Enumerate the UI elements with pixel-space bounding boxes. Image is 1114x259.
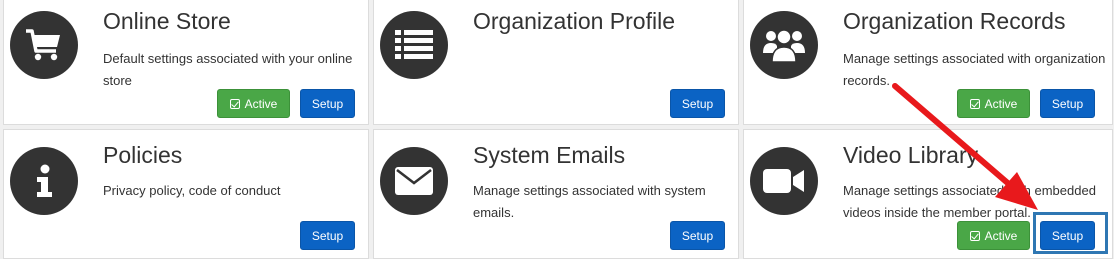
check-square-icon	[229, 98, 240, 109]
active-button[interactable]: Active	[217, 89, 290, 118]
card-description: Manage settings associated with organiza…	[843, 51, 1106, 88]
annotation-highlight-box	[1033, 212, 1108, 254]
active-button[interactable]: Active	[957, 89, 1030, 118]
settings-grid: Online Store Default settings associated…	[0, 0, 1114, 259]
setup-button[interactable]: Setup	[300, 221, 355, 250]
setup-button[interactable]: Setup	[300, 89, 355, 118]
setup-label: Setup	[311, 96, 344, 111]
setup-label: Setup	[681, 96, 714, 111]
card-description: Manage settings associated with system e…	[473, 183, 706, 220]
setup-label: Setup	[1051, 96, 1084, 111]
card-title: System Emails	[473, 142, 626, 168]
card-description: Default settings associated with your on…	[103, 51, 353, 88]
card-title: Video Library	[843, 142, 979, 168]
setup-button[interactable]: Setup	[670, 89, 725, 118]
setup-label: Setup	[311, 228, 344, 243]
check-square-icon	[969, 98, 980, 109]
check-square-icon	[969, 230, 980, 241]
card-organization-profile: Organization Profile Setup	[373, 0, 739, 125]
card-policies: Policies Privacy policy, code of conduct…	[3, 129, 369, 259]
card-title: Organization Profile	[473, 8, 675, 34]
card-system-emails: System Emails Manage settings associated…	[373, 129, 739, 259]
card-organization-records: Organization Records Manage settings ass…	[743, 0, 1113, 125]
active-label: Active	[984, 96, 1018, 111]
card-title: Policies	[103, 142, 183, 168]
video-camera-icon	[750, 147, 818, 215]
cart-icon	[10, 11, 78, 79]
setup-button[interactable]: Setup	[670, 221, 725, 250]
active-label: Active	[984, 228, 1018, 243]
card-title: Online Store	[103, 8, 231, 34]
card-online-store: Online Store Default settings associated…	[3, 0, 369, 125]
envelope-icon	[380, 147, 448, 215]
info-icon	[10, 147, 78, 215]
setup-button[interactable]: Setup	[1040, 89, 1095, 118]
setup-label: Setup	[681, 228, 714, 243]
list-icon	[380, 11, 448, 79]
card-description: Privacy policy, code of conduct	[103, 183, 281, 198]
card-title: Organization Records	[843, 8, 1066, 34]
active-button[interactable]: Active	[957, 221, 1030, 250]
users-icon	[750, 11, 818, 79]
active-label: Active	[244, 96, 278, 111]
